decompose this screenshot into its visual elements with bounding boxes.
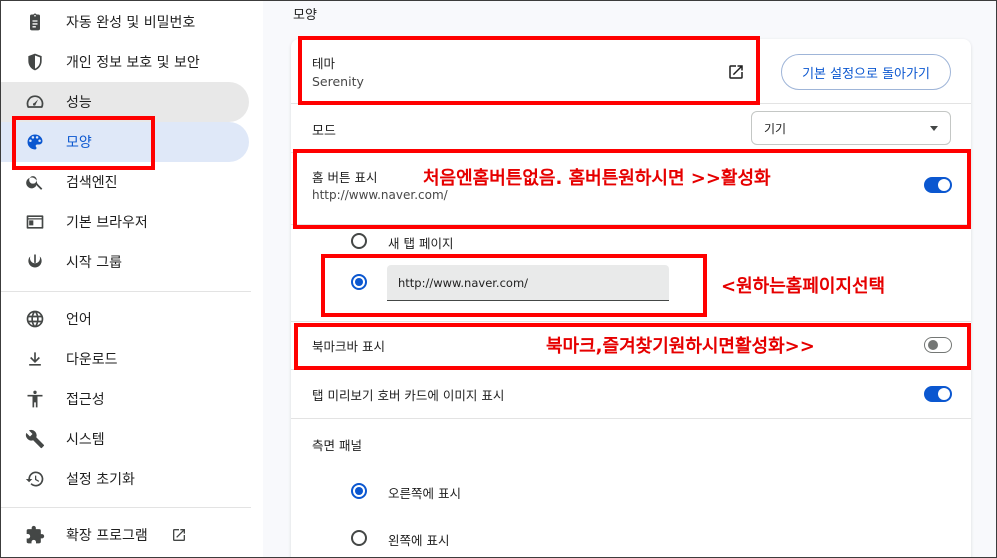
sidebar-divider <box>1 291 251 292</box>
annotation-bookmark-note: 북마크,즐겨찾기원하시면활성화>> <box>546 336 815 357</box>
sidebar-item-appearance[interactable]: 모양 <box>1 122 249 162</box>
settings-main: 모양 테마 Serenity 기본 설정으로 돌아가기 모드 기기 홈 버튼 표… <box>263 1 996 557</box>
row-divider <box>291 224 971 225</box>
sidebar-item-performance[interactable]: 성능 <box>1 82 249 122</box>
accessibility-icon <box>25 389 45 409</box>
annotation-home-note: 처음엔홈버튼없음. 홈버튼원하시면 >>활성화 <box>423 168 771 189</box>
sidebar-item-label: 모양 <box>66 135 92 151</box>
sidebar-item-default-browser[interactable]: 기본 브라우저 <box>1 202 249 242</box>
side-panel-label: 측면 패널 <box>312 438 362 453</box>
wrench-icon <box>25 429 45 449</box>
section-title: 모양 <box>293 8 317 23</box>
annotation-url-note: <원하는홈페이지선택 <box>721 276 886 297</box>
browser-window-icon <box>25 212 45 232</box>
puzzle-icon <box>25 525 45 545</box>
mode-select[interactable]: 기기 <box>751 111 951 145</box>
theme-label: 테마 <box>312 56 336 71</box>
sidebar-item-label: 확장 프로그램 <box>66 528 148 544</box>
side-panel-right-label: 오른쪽에 표시 <box>388 486 461 501</box>
side-panel-left-label: 왼쪽에 표시 <box>388 533 450 548</box>
sidebar-item-label: 자동 완성 및 비밀번호 <box>66 15 196 31</box>
row-divider <box>291 418 971 419</box>
open-in-new-icon[interactable] <box>727 63 745 81</box>
new-tab-label: 새 탭 페이지 <box>388 236 454 251</box>
sidebar-item-downloads[interactable]: 다운로드 <box>1 339 249 379</box>
mode-selected-value: 기기 <box>764 121 787 136</box>
sidebar-item-label: 시스템 <box>66 432 105 448</box>
bookmarks-bar-label: 북마크바 표시 <box>312 339 385 354</box>
row-divider <box>291 321 971 322</box>
sidebar-item-system[interactable]: 시스템 <box>1 419 249 459</box>
tab-preview-label: 탭 미리보기 호버 카드에 이미지 표시 <box>312 388 505 403</box>
search-icon <box>25 172 45 192</box>
chevron-down-icon <box>930 126 938 131</box>
home-button-label: 홈 버튼 표시 <box>312 170 378 185</box>
power-icon <box>25 252 45 272</box>
row-divider <box>291 103 971 104</box>
new-tab-radio[interactable] <box>351 233 367 249</box>
sidebar-item-privacy[interactable]: 개인 정보 보호 및 보안 <box>1 42 249 82</box>
theme-value: Serenity <box>312 74 364 89</box>
open-in-new-icon <box>171 527 187 543</box>
row-divider <box>291 152 971 153</box>
sidebar-item-extensions[interactable]: 확장 프로그램 <box>1 515 249 555</box>
sidebar-item-label: 기본 브라우저 <box>66 215 148 231</box>
home-button-url: http://www.naver.com/ <box>312 188 448 202</box>
palette-icon <box>25 132 45 152</box>
sidebar-item-label: 다운로드 <box>66 352 118 368</box>
sidebar-item-on-startup[interactable]: 시작 그룹 <box>1 242 249 282</box>
shield-icon <box>25 52 45 72</box>
side-panel-right-radio[interactable] <box>351 483 367 499</box>
mode-label: 모드 <box>312 124 336 139</box>
download-icon <box>25 349 45 369</box>
sidebar-item-label: 시작 그룹 <box>66 255 122 271</box>
sidebar-item-languages[interactable]: 언어 <box>1 299 249 339</box>
tab-preview-toggle[interactable] <box>924 386 952 402</box>
bookmarks-bar-toggle[interactable] <box>924 337 952 353</box>
home-button-toggle[interactable] <box>924 177 952 193</box>
row-divider <box>291 369 971 370</box>
sidebar-item-label: 설정 초기화 <box>66 472 135 488</box>
home-url-input[interactable]: http://www.naver.com/ <box>387 265 669 301</box>
clipboard-icon <box>25 12 45 32</box>
sidebar-item-search-engine[interactable]: 검색엔진 <box>1 162 249 202</box>
globe-icon <box>25 309 45 329</box>
settings-window: 자동 완성 및 비밀번호 개인 정보 보호 및 보안 성능 모양 검색엔진 기본… <box>0 0 997 558</box>
sidebar-item-reset[interactable]: 설정 초기화 <box>1 459 249 499</box>
sidebar-item-autofill[interactable]: 자동 완성 및 비밀번호 <box>1 2 249 42</box>
sidebar-item-label: 검색엔진 <box>66 175 118 191</box>
side-panel-left-radio[interactable] <box>351 530 367 546</box>
sidebar-divider <box>1 507 251 508</box>
reset-theme-button[interactable]: 기본 설정으로 돌아가기 <box>781 54 951 90</box>
history-icon <box>25 469 45 489</box>
sidebar-item-label: 개인 정보 보호 및 보안 <box>66 55 200 71</box>
settings-sidebar: 자동 완성 및 비밀번호 개인 정보 보호 및 보안 성능 모양 검색엔진 기본… <box>1 1 263 557</box>
custom-url-radio[interactable] <box>351 274 367 290</box>
sidebar-item-label: 언어 <box>66 312 92 328</box>
appearance-card: 테마 Serenity 기본 설정으로 돌아가기 모드 기기 홈 버튼 표시 h… <box>291 39 971 557</box>
sidebar-item-accessibility[interactable]: 접근성 <box>1 379 249 419</box>
speedometer-icon <box>25 92 45 112</box>
sidebar-item-label: 성능 <box>66 95 92 111</box>
sidebar-item-label: 접근성 <box>66 392 105 408</box>
